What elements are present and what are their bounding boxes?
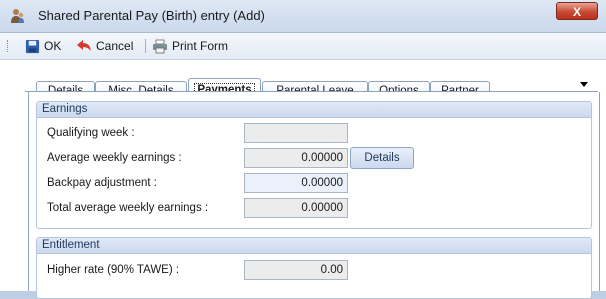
close-button[interactable]: X xyxy=(556,2,598,20)
dialog-content: Details Misc. Details Payments Parental … xyxy=(0,60,606,299)
qualifying-week-label: Qualifying week : xyxy=(47,127,135,139)
people-icon xyxy=(11,9,24,23)
ok-label: OK xyxy=(44,39,62,53)
cancel-label: Cancel xyxy=(96,39,134,53)
save-disk-icon xyxy=(25,39,40,53)
backpay-adjustment-label: Backpay adjustment : xyxy=(47,177,157,189)
title-bar[interactable]: Shared Parental Pay (Birth) entry (Add) … xyxy=(0,0,606,33)
toolbar: OK Cancel Print Form xyxy=(0,33,606,60)
undo-arrow-icon xyxy=(77,40,91,51)
window-title: Shared Parental Pay (Birth) entry (Add) xyxy=(38,8,265,23)
print-form-label: Print Form xyxy=(172,39,229,53)
payments-panel: Earnings Qualifying week : Average weekl… xyxy=(28,92,600,299)
higher-rate-field[interactable]: 0.00 xyxy=(244,260,348,280)
cancel-button[interactable]: Cancel xyxy=(76,38,133,54)
total-average-weekly-earnings-label: Total average weekly earnings : xyxy=(47,202,209,214)
average-weekly-earnings-field[interactable]: 0.00000 xyxy=(244,148,348,168)
total-average-weekly-earnings-field[interactable]: 0.00000 xyxy=(244,198,348,218)
average-weekly-earnings-label: Average weekly earnings : xyxy=(47,152,182,164)
ok-button[interactable]: OK xyxy=(25,38,61,54)
toolbar-separator xyxy=(145,39,146,53)
dialog-window: Shared Parental Pay (Birth) entry (Add) … xyxy=(0,0,606,299)
print-form-button[interactable]: Print Form xyxy=(152,38,228,54)
entitlement-heading: Entitlement xyxy=(37,238,591,254)
earnings-heading: Earnings xyxy=(37,102,591,118)
qualifying-week-field[interactable] xyxy=(244,123,348,143)
toolbar-grip[interactable] xyxy=(7,40,10,52)
higher-rate-label: Higher rate (90% TAWE) : xyxy=(47,264,180,276)
earnings-group: Earnings Qualifying week : Average weekl… xyxy=(36,101,592,229)
backpay-adjustment-field[interactable]: 0.00000 xyxy=(244,173,348,193)
tab-overflow-dropdown[interactable] xyxy=(580,82,588,87)
tab-strip: Details Misc. Details Payments Parental … xyxy=(0,69,606,101)
details-button[interactable]: Details xyxy=(350,147,414,169)
entitlement-group: Entitlement Higher rate (90% TAWE) : 0.0… xyxy=(36,237,592,299)
printer-icon xyxy=(153,39,167,53)
